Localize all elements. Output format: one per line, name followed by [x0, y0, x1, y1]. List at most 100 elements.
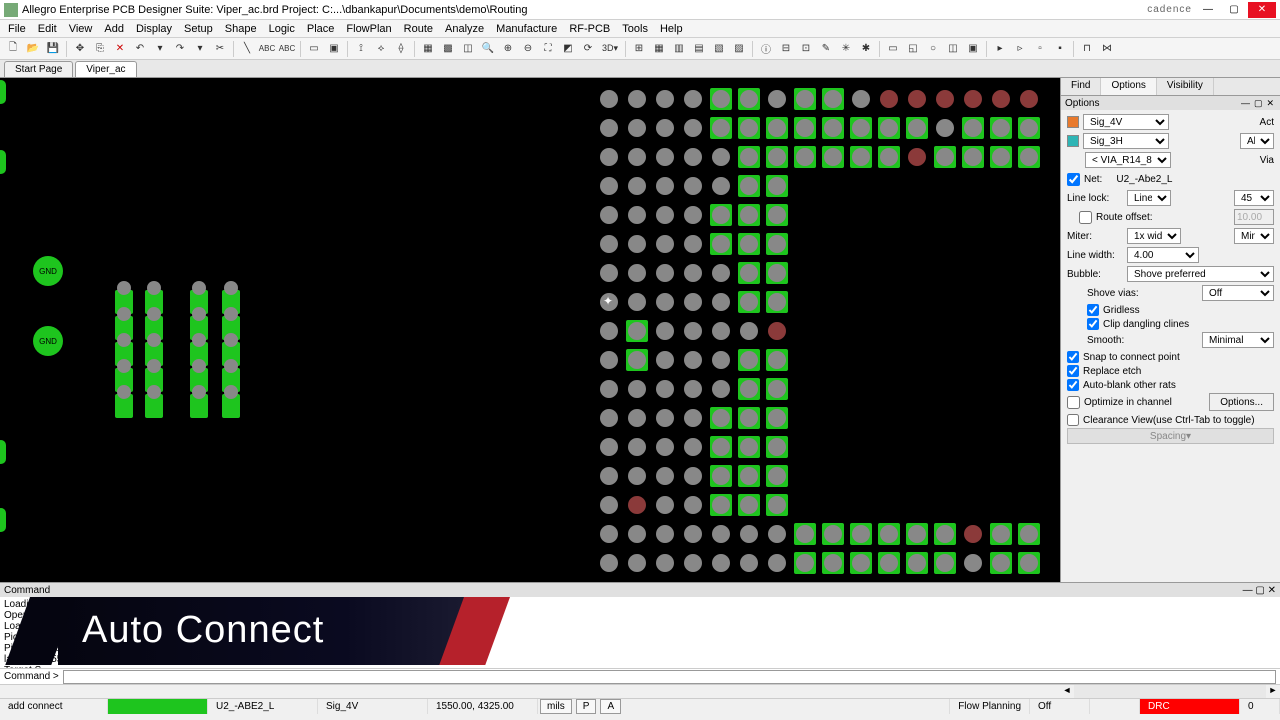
hilite2-icon[interactable]: ✳: [837, 40, 855, 58]
command-input[interactable]: [63, 670, 1276, 684]
replace-check[interactable]: [1067, 365, 1079, 377]
spacing-dropdown[interactable]: Spacing ▾: [1067, 428, 1274, 444]
status-p-button[interactable]: P: [576, 699, 597, 714]
end1-icon[interactable]: ⊓: [1078, 40, 1096, 58]
refresh-icon[interactable]: ⟳: [579, 40, 597, 58]
menu-place[interactable]: Place: [301, 23, 341, 35]
linelock-angle-select[interactable]: 45: [1234, 190, 1274, 206]
panel-max-icon[interactable]: ▢: [1252, 98, 1265, 108]
autoblank-check[interactable]: [1067, 379, 1079, 391]
gridtgl-icon[interactable]: ⊞: [630, 40, 648, 58]
rpt1-icon[interactable]: ▸: [991, 40, 1009, 58]
cmd-max-icon[interactable]: ▢: [1255, 585, 1264, 596]
status-units-button[interactable]: mils: [540, 699, 572, 714]
routeoffset-check[interactable]: [1079, 211, 1092, 224]
text2-icon[interactable]: ABC: [278, 40, 296, 58]
menu-display[interactable]: Display: [130, 23, 178, 35]
menu-flowplan[interactable]: FlowPlan: [340, 23, 397, 35]
clip-check[interactable]: [1087, 318, 1099, 330]
meas-icon[interactable]: ⊟: [777, 40, 795, 58]
smooth-select[interactable]: Minimal: [1202, 332, 1274, 348]
cut-icon[interactable]: ✂: [211, 40, 229, 58]
menu-logic[interactable]: Logic: [263, 23, 301, 35]
panel-close-icon[interactable]: ✕: [1264, 98, 1276, 108]
menu-edit[interactable]: Edit: [32, 23, 63, 35]
status-drc[interactable]: DRC: [1140, 699, 1240, 714]
sheet2-icon[interactable]: ▧: [710, 40, 728, 58]
snap-check[interactable]: [1067, 351, 1079, 363]
panel-min-icon[interactable]: —: [1239, 98, 1252, 108]
linelock-type-select[interactable]: Line: [1127, 190, 1171, 206]
tab-find[interactable]: Find: [1061, 78, 1101, 95]
menu-setup[interactable]: Setup: [178, 23, 219, 35]
grid3-icon[interactable]: ◫: [459, 40, 477, 58]
rect-icon[interactable]: ▭: [884, 40, 902, 58]
miter-unit-select[interactable]: Min: [1234, 228, 1274, 244]
net-check[interactable]: [1067, 173, 1080, 186]
h-scroll[interactable]: ◄►: [0, 684, 1280, 698]
layer2-select[interactable]: Sig_3H: [1083, 133, 1169, 149]
zoomin-icon[interactable]: 🔍: [479, 40, 497, 58]
cmd-min-icon[interactable]: —: [1243, 585, 1253, 596]
menu-analyze[interactable]: Analyze: [439, 23, 490, 35]
3d-icon[interactable]: 3D▾: [599, 40, 621, 58]
poly-icon[interactable]: ◫: [944, 40, 962, 58]
zoomplus-icon[interactable]: ⊕: [499, 40, 517, 58]
dropdown2-icon[interactable]: ▾: [191, 40, 209, 58]
menu-shape[interactable]: Shape: [219, 23, 263, 35]
copy-icon[interactable]: ⎘: [91, 40, 109, 58]
tab-visibility[interactable]: Visibility: [1157, 78, 1214, 95]
menu-rfpcb[interactable]: RF-PCB: [563, 23, 616, 35]
dim3-icon[interactable]: ⟠: [392, 40, 410, 58]
menu-add[interactable]: Add: [98, 23, 130, 35]
tab-options[interactable]: Options: [1101, 78, 1156, 95]
info-icon[interactable]: ⓘ: [757, 40, 775, 58]
end2-icon[interactable]: ⋈: [1098, 40, 1116, 58]
close-button[interactable]: ✕: [1248, 2, 1276, 18]
new-icon[interactable]: 🗋: [4, 40, 22, 58]
layers-icon[interactable]: ▥: [670, 40, 688, 58]
layer2-swatch[interactable]: [1067, 135, 1079, 147]
clearance-check[interactable]: [1067, 414, 1079, 426]
dim1-icon[interactable]: ⟟: [352, 40, 370, 58]
linewidth-select[interactable]: 4.00: [1127, 247, 1199, 263]
cmd-close-icon[interactable]: ✕: [1268, 585, 1276, 596]
maximize-button[interactable]: ▢: [1222, 2, 1246, 18]
menu-tools[interactable]: Tools: [616, 23, 654, 35]
rpt4-icon[interactable]: ▪: [1051, 40, 1069, 58]
menu-route[interactable]: Route: [398, 23, 439, 35]
alt-select[interactable]: Alt: [1240, 133, 1274, 149]
via-preset-select[interactable]: < VIA_R14_8 >: [1085, 152, 1171, 168]
gridless-check[interactable]: [1087, 304, 1099, 316]
redo-icon[interactable]: ↷: [171, 40, 189, 58]
layer1-select[interactable]: Sig_4V: [1083, 114, 1169, 130]
hilite-icon[interactable]: ✎: [817, 40, 835, 58]
optimize-check[interactable]: [1067, 396, 1080, 409]
shovevias-select[interactable]: Off: [1202, 285, 1274, 301]
menu-help[interactable]: Help: [654, 23, 689, 35]
meas2-icon[interactable]: ⊡: [797, 40, 815, 58]
bubble-select[interactable]: Shove preferred: [1127, 266, 1274, 282]
sheet-icon[interactable]: ▤: [690, 40, 708, 58]
move-icon[interactable]: ✥: [71, 40, 89, 58]
zoomsel-icon[interactable]: ◩: [559, 40, 577, 58]
zoomminus-icon[interactable]: ⊖: [519, 40, 537, 58]
tab-viper[interactable]: Viper_ac: [75, 61, 136, 77]
open-icon[interactable]: 📂: [24, 40, 42, 58]
save-icon[interactable]: 💾: [44, 40, 62, 58]
dropdown-icon[interactable]: ▾: [151, 40, 169, 58]
shape1-icon[interactable]: ▭: [305, 40, 323, 58]
grid1-icon[interactable]: ▦: [419, 40, 437, 58]
text-icon[interactable]: ABC: [258, 40, 276, 58]
grid2-icon[interactable]: ▩: [439, 40, 457, 58]
options-button[interactable]: Options...: [1209, 393, 1274, 411]
shape2-icon[interactable]: ▣: [325, 40, 343, 58]
status-a-button[interactable]: A: [600, 699, 621, 714]
miter-select[interactable]: 1x width: [1127, 228, 1181, 244]
line-icon[interactable]: ╲: [238, 40, 256, 58]
menu-view[interactable]: View: [63, 23, 99, 35]
design-canvas[interactable]: GND GND: [0, 78, 1060, 582]
color-icon[interactable]: ▦: [650, 40, 668, 58]
poly2-icon[interactable]: ▣: [964, 40, 982, 58]
menu-file[interactable]: File: [2, 23, 32, 35]
